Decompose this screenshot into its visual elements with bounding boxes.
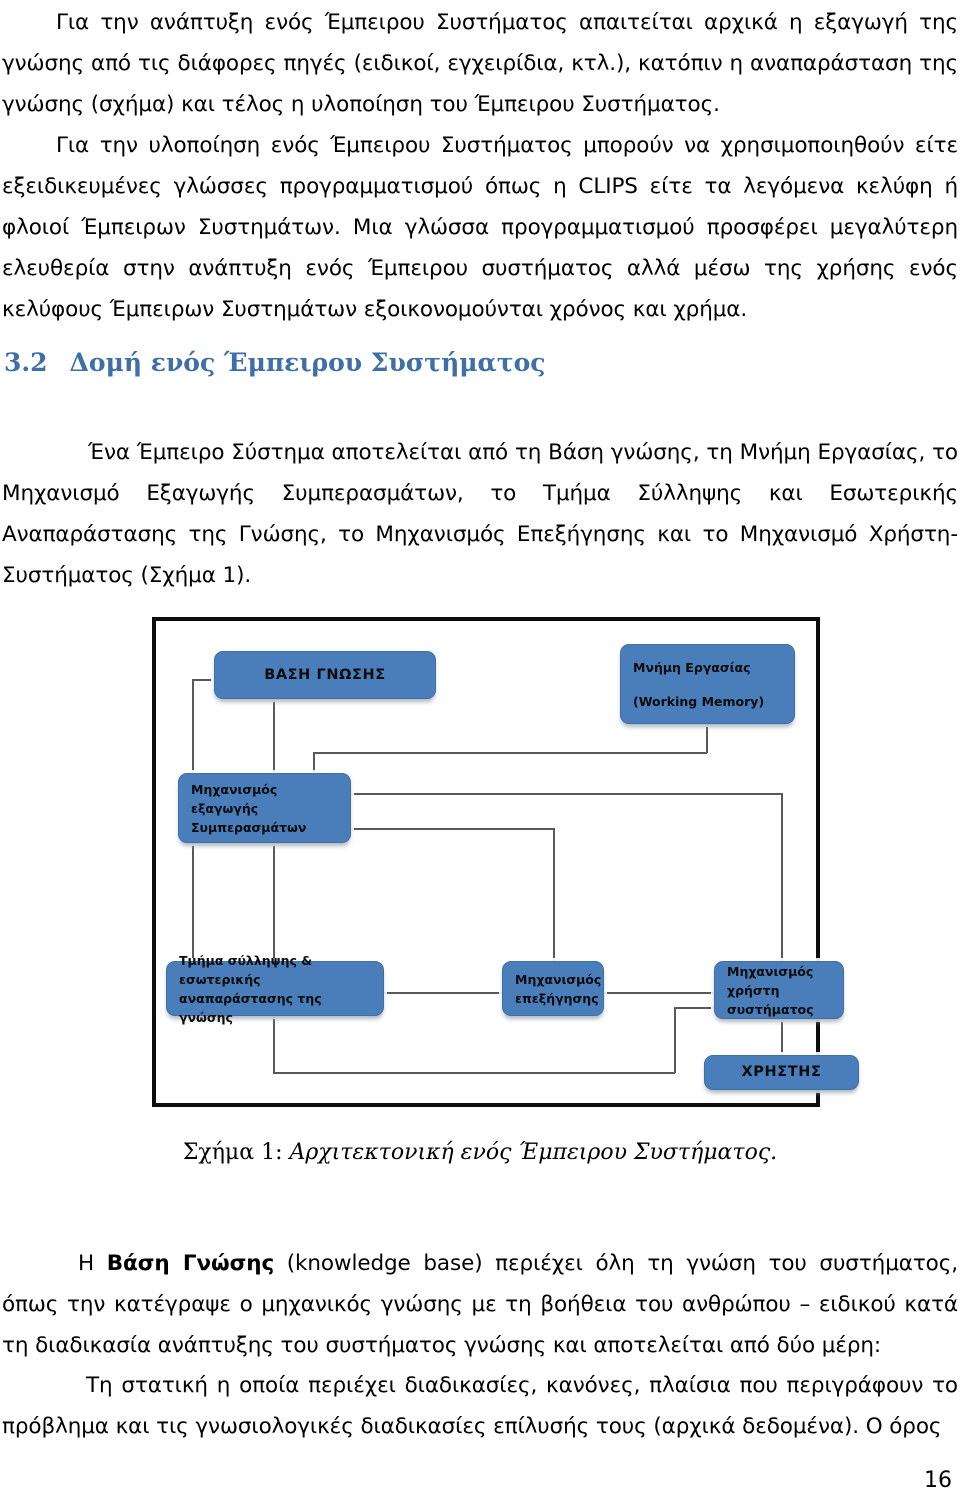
node-working-memory[interactable]: Μνήμη Εργασίας (Working Memory)	[620, 644, 795, 724]
connector-wm-to-inference	[313, 752, 315, 774]
connector-inference-to-explanation-v	[553, 828, 555, 961]
node-user-interface[interactable]: Μηχανισμός χρήστη συστήματος	[714, 961, 844, 1019]
figure-architecture-diagram: ΒΑΣΗ ΓΝΩΣΗΣ Μνήμη Εργασίας (Working Memo…	[152, 617, 859, 1107]
node-explanation-facility[interactable]: Μηχανισμός επεξήγησης	[502, 961, 604, 1016]
connector-kb-left-h	[192, 679, 216, 681]
connector-acquisition-up-to-ui	[674, 1007, 676, 1073]
paragraph-2-text: Για την υλοποίηση ενός Έμπειρου Συστήματ…	[2, 133, 958, 322]
connector-acquisition-right	[273, 1072, 675, 1074]
connector-inference-to-acquisition	[273, 843, 275, 961]
paragraph-1-text: Για την ανάπτυξη ενός Έμπειρου Συστήματο…	[2, 10, 958, 117]
connector-inference-to-ui-h	[351, 793, 783, 795]
node-inference-engine[interactable]: Μηχανισμός εξαγωγής Συμπερασμάτων	[178, 773, 351, 843]
paragraph-5-text: Τη στατική η οποία περιέχει διαδικασίες,…	[2, 1373, 958, 1439]
paragraph-1: Για την ανάπτυξη ενός Έμπειρου Συστήματο…	[2, 2, 958, 125]
connector-wm-left	[313, 752, 707, 754]
figure-caption: Σχήμα 1: Αρχιτεκτονική ενός Έμπειρου Συσ…	[0, 1140, 960, 1165]
paragraph-3: Ένα Έμπειρο Σύστημα αποτελείται από τη Β…	[2, 432, 958, 596]
node-explanation-facility-line1: Μηχανισμός	[515, 971, 602, 987]
connector-inference-to-explanation-h	[351, 828, 554, 830]
node-inference-engine-line2: Συμπερασμάτων	[191, 819, 307, 835]
node-working-memory-line2: (Working Memory)	[633, 693, 765, 709]
node-knowledge-acquisition-line1: Τμήμα σύλληψης & εσωτερικής	[179, 952, 313, 987]
connector-inference-to-ui-v	[781, 793, 783, 961]
section-heading: 3.2 Δομή ενός Έμπειρου Συστήματος	[4, 348, 546, 377]
paragraph-5: Τη στατική η οποία περιέχει διαδικασίες,…	[2, 1365, 958, 1447]
node-user-interface-line1: Μηχανισμός χρήστη	[727, 963, 814, 998]
connector-kb-to-inference	[273, 699, 275, 773]
node-explanation-facility-line2: επεξήγησης	[515, 990, 599, 1006]
paragraph-3-text: Ένα Έμπειρο Σύστημα αποτελείται από τη Β…	[2, 440, 958, 588]
figure-canvas: ΒΑΣΗ ΓΝΩΣΗΣ Μνήμη Εργασίας (Working Memo…	[156, 621, 859, 1103]
node-working-memory-line1: Μνήμη Εργασίας	[633, 659, 751, 675]
document-page: Για την ανάπτυξη ενός Έμπειρου Συστήματο…	[0, 0, 960, 1501]
connector-wm-down	[706, 724, 708, 753]
paragraph-2: Για την υλοποίηση ενός Έμπειρου Συστήματ…	[2, 125, 958, 330]
node-user-label: ΧΡΗΣΤΗΣ	[741, 1064, 822, 1080]
connector-acquisition-into-ui	[674, 1007, 714, 1009]
paragraph-4-bold-term: Βάση Γνώσης	[106, 1251, 275, 1276]
section-heading-text: Δομή ενός Έμπειρου Συστήματος	[69, 348, 546, 377]
node-knowledge-base[interactable]: ΒΑΣΗ ΓΝΩΣΗΣ	[214, 651, 436, 699]
connector-acquisition-to-explanation	[384, 992, 502, 994]
figure-caption-text: Αρχιτεκτονική ενός Έμπειρου Συστήματος.	[282, 1140, 778, 1165]
connector-explanation-to-ui	[604, 992, 714, 994]
paragraph-4-lead: Η	[78, 1251, 107, 1276]
figure-caption-label: Σχήμα 1:	[182, 1140, 283, 1165]
paragraph-4: Η Βάση Γνώσης (knowledge base) περιέχει …	[2, 1243, 958, 1366]
node-user-interface-line2: συστήματος	[727, 1001, 814, 1017]
node-user[interactable]: ΧΡΗΣΤΗΣ	[704, 1055, 859, 1090]
node-knowledge-acquisition[interactable]: Τμήμα σύλληψης & εσωτερικής αναπαράσταση…	[166, 953, 384, 1025]
node-inference-engine-line1: Μηχανισμός εξαγωγής	[191, 781, 278, 816]
node-knowledge-acquisition-line2: αναπαράστασης της γνώσης	[179, 990, 322, 1025]
node-knowledge-base-label: ΒΑΣΗ ΓΝΩΣΗΣ	[264, 666, 386, 683]
section-heading-number: 3.2	[4, 348, 48, 377]
page-number: 16	[924, 1468, 952, 1493]
